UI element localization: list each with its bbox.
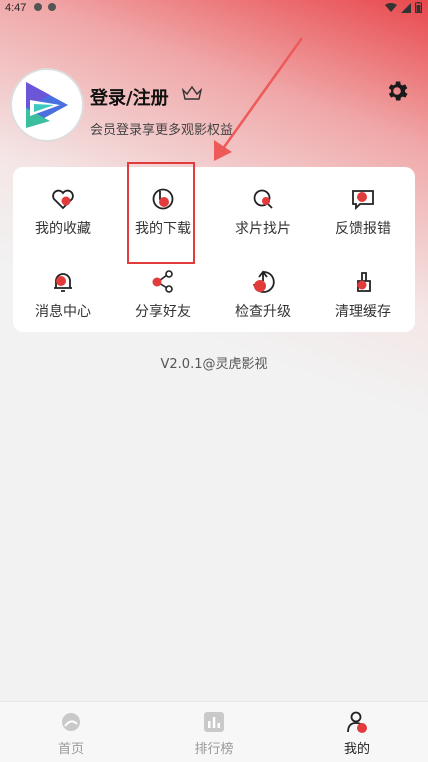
signal-icon (401, 2, 411, 13)
wifi-icon (385, 2, 397, 12)
tab-label: 我的 (343, 742, 370, 757)
version-text: V2.0.1@灵虎影视 (160, 357, 268, 372)
bottom-tab-bar: 首页 排行榜 我的 (0, 701, 428, 762)
heart-icon (52, 189, 74, 210)
menu-item-request-movie[interactable]: 求片找片 (213, 172, 313, 242)
vip-subtitle: 会员登录享更多观影权益 (90, 123, 234, 138)
menu-item-label: 检查升级 (235, 304, 291, 320)
ranking-icon (204, 712, 224, 732)
menu-item-favorites[interactable]: 我的收藏 (13, 172, 113, 242)
settings-gear-icon[interactable] (384, 78, 410, 104)
menu-card: 我的收藏 我的下载 求片找片 反馈报错 消息中心 分享好友 检查升级 清理缓存 (13, 167, 415, 332)
notification-icon (34, 3, 42, 11)
battery-icon (415, 2, 422, 13)
highlight-box-annotation (127, 162, 195, 264)
menu-item-label: 消息中心 (35, 304, 91, 320)
login-register-link[interactable]: 登录/注册 (90, 84, 169, 110)
menu-item-label: 分享好友 (135, 304, 191, 320)
menu-item-label: 反馈报错 (335, 221, 391, 237)
upgrade-icon (253, 270, 275, 293)
status-notification-icons (34, 3, 56, 11)
profile-icon (347, 711, 367, 733)
menu-item-label: 我的收藏 (35, 221, 91, 237)
tab-home[interactable]: 首页 (0, 702, 142, 762)
notification-icon (48, 3, 56, 11)
menu-item-label: 求片找片 (235, 221, 291, 237)
menu-item-messages[interactable]: 消息中心 (13, 255, 113, 325)
app-logo-avatar[interactable] (12, 70, 82, 140)
tab-label: 首页 (57, 742, 84, 757)
vip-crown-icon (182, 86, 202, 100)
menu-item-label: 清理缓存 (335, 304, 391, 320)
status-time: 4:47 (5, 2, 27, 14)
menu-item-share[interactable]: 分享好友 (113, 255, 213, 325)
tab-profile[interactable]: 我的 (286, 702, 428, 762)
search-movie-icon (253, 189, 273, 209)
share-icon (152, 270, 173, 293)
home-icon (62, 713, 80, 731)
menu-item-clear-cache[interactable]: 清理缓存 (313, 255, 413, 325)
status-bar: 4:47 (0, 0, 428, 18)
bell-icon (54, 273, 72, 292)
logo-icon (26, 82, 68, 128)
menu-item-feedback[interactable]: 反馈报错 (313, 172, 413, 242)
status-indicators (385, 2, 422, 13)
feedback-icon (352, 190, 374, 211)
tab-label: 排行榜 (194, 742, 234, 757)
tab-ranking[interactable]: 排行榜 (143, 702, 285, 762)
menu-item-check-update[interactable]: 检查升级 (213, 255, 313, 325)
broom-icon (357, 272, 371, 292)
